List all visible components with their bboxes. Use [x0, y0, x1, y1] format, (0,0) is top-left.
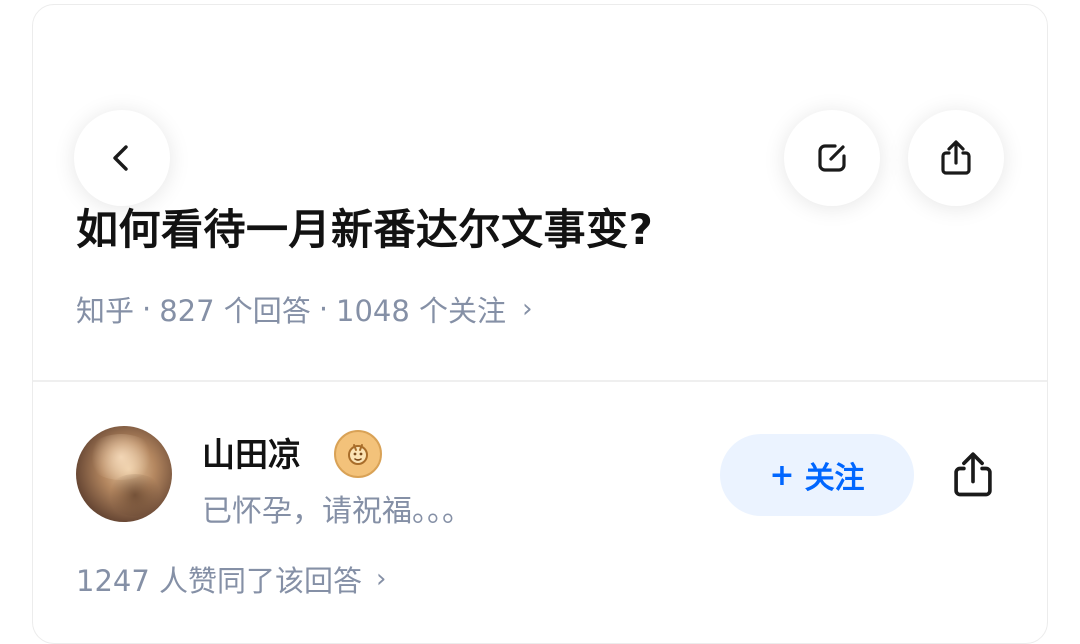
meta-separator: ·	[318, 292, 329, 326]
chevron-right-icon: ›	[376, 564, 387, 594]
meta-separator: ·	[142, 292, 152, 326]
plus-icon: +	[769, 457, 795, 493]
question-title: 如何看待一月新番达尔文事变?	[76, 205, 654, 254]
divider	[33, 380, 1047, 382]
answer-share-button[interactable]	[938, 440, 1008, 510]
avatar-shade	[106, 474, 164, 516]
author-name[interactable]: 山田凉	[202, 428, 301, 476]
badge-glyph-icon	[348, 444, 368, 465]
edit-button[interactable]	[784, 110, 880, 206]
edit-icon	[818, 144, 846, 172]
share-icon	[954, 452, 992, 497]
meta-answer-count: 827 个回答	[159, 294, 311, 328]
share-button[interactable]	[908, 110, 1004, 206]
chevron-left-icon	[113, 145, 128, 171]
chevron-right-icon: ›	[522, 294, 533, 324]
author-avatar[interactable]	[76, 426, 172, 522]
follow-button[interactable]: + 关注	[720, 434, 914, 516]
meta-follower-count: 1048 个关注	[336, 294, 507, 328]
creator-badge-icon	[334, 430, 382, 478]
follow-label: 关注	[804, 461, 865, 496]
meta-source: 知乎	[76, 294, 135, 328]
vote-count-label: 1247 人赞同了该回答	[76, 564, 363, 598]
vote-count[interactable]: 1247 人赞同了该回答 ›	[76, 558, 386, 600]
share-icon	[941, 140, 971, 175]
question-meta[interactable]: 知乎 · 827 个回答 · 1048 个关注 ›	[76, 288, 532, 330]
back-button[interactable]	[74, 110, 170, 206]
author-bio: 已怀孕，请祝福。。。	[202, 494, 472, 529]
avatar-highlight	[86, 434, 156, 480]
